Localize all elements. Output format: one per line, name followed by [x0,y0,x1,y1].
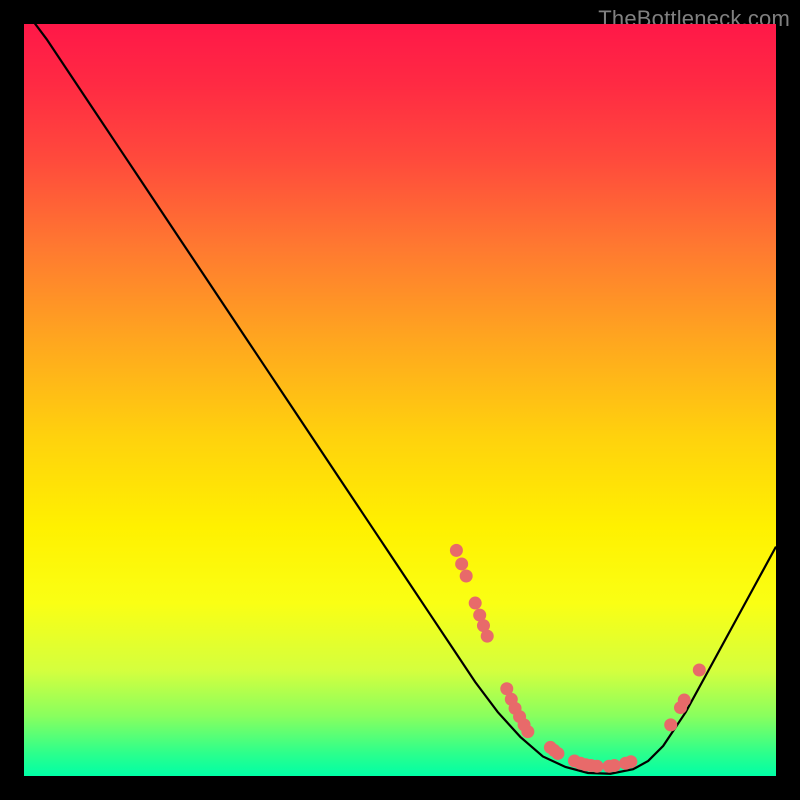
data-point [521,725,534,738]
data-point [664,718,677,731]
data-point [481,630,494,643]
data-point [450,544,463,557]
data-point [455,557,468,570]
chart-stage: TheBottleneck.com [0,0,800,800]
plot-area [24,24,776,776]
data-point [460,569,473,582]
data-point [608,759,621,772]
bottleneck-curve [24,24,776,776]
curve-path [24,24,776,774]
data-point [624,755,637,768]
data-point [591,760,604,773]
data-point [551,747,564,760]
data-point [678,694,691,707]
data-point [469,597,482,610]
data-point [693,663,706,676]
